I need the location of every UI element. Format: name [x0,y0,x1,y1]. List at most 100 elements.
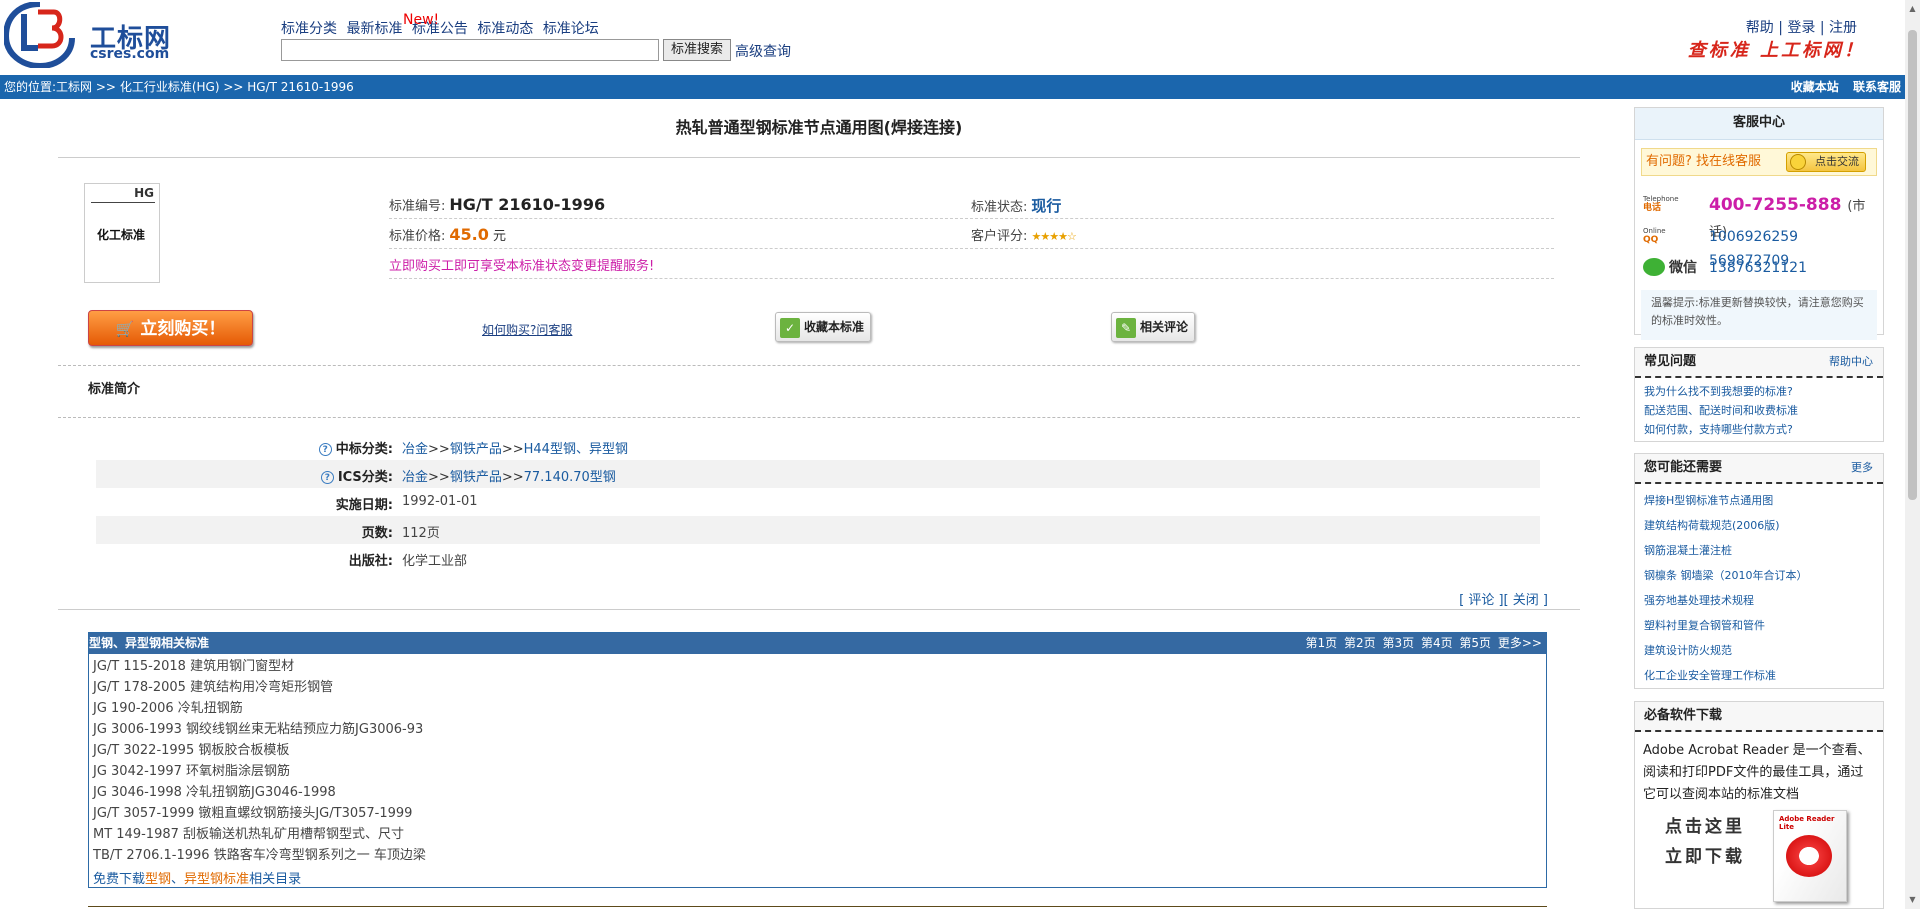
scroll-up-icon[interactable]: ▲ [1908,4,1917,14]
breadcrumb-prefix: 您的位置: [4,80,57,94]
list-item[interactable]: 配送范围、配送时间和收费标准 [1644,401,1874,420]
site-logo[interactable]: 工标网 csres.com [4,2,174,68]
cover-text: 化工标准 [97,228,146,242]
list-item[interactable]: 建筑设计防火规范 [1644,638,1874,663]
list-item[interactable]: JG 3006-1993 钢绞线钢丝束无粘结预应力筋JG3006-93 [93,719,1542,740]
list-item[interactable]: JG/T 3057-1999 镦粗直螺纹钢筋接头JG/T3057-1999 [93,803,1542,824]
cart-icon: 🛒 [115,320,135,338]
page-link-2[interactable]: 第2页 [1344,636,1376,650]
nav-standard-forum[interactable]: 标准论坛 [543,21,599,37]
need-header: 您可能还需要 更多 [1635,454,1883,484]
list-item[interactable]: 建筑结构荷载规范(2006版) [1644,513,1874,538]
comments-label: 相关评论 [1140,320,1189,334]
download-now-link[interactable]: 点击这里 立即下载 [1665,812,1745,872]
row-value: 1992-01-01 [402,494,478,509]
review-links: [ 评论 ][ 关闭 ] [1459,593,1548,608]
help-icon[interactable]: ? [320,471,334,484]
related-list: JG/T 115-2018 建筑用钢门窗型材 JG/T 178-2005 建筑结… [89,654,1546,868]
list-item[interactable]: JG/T 178-2005 建筑结构用冷弯矩形钢管 [93,677,1542,698]
list-item[interactable]: JG/T 115-2018 建筑用钢门窗型材 [93,656,1542,677]
main-nav: 标准分类 最新标准 标准公告 标准动态 标准论坛 [281,18,604,38]
checkmark-icon: ✓ [780,317,800,338]
row-value: 化学工业部 [402,554,468,569]
contact-service-link[interactable]: 联系客服 [1853,80,1901,94]
service-title: 客服中心 [1635,108,1883,140]
how-to-buy-text: 如何购买? [482,323,537,337]
close-link[interactable]: 关闭 [1513,593,1539,608]
page-link-more[interactable]: 更多>> [1498,636,1542,650]
list-item[interactable]: JG/T 3022-1995 钢板胶合板模板 [93,740,1542,761]
chat-button[interactable]: 点击交流 [1786,152,1866,172]
list-item[interactable]: 化工企业安全管理工作标准 [1644,663,1874,688]
download-separator: 、 [171,872,185,887]
help-icon[interactable]: ? [318,443,332,456]
bookmark-site-link[interactable]: 收藏本站 [1791,80,1839,94]
related-comments-button[interactable]: ✎ 相关评论 [1111,312,1196,342]
list-item[interactable]: MT 149-1987 刮板输送机热轧矿用槽帮钢型式、尺寸 [93,824,1542,845]
faq-box: 常见问题 帮助中心 我为什么找不到我想要的标准? 配送范围、配送时间和收费标准 如… [1634,347,1884,442]
promo-text[interactable]: 立即购买工即可享受本标准状态变更提醒服务! [389,259,654,274]
buy-now-button[interactable]: 🛒 立刻购买！ [88,310,253,346]
divider [58,365,1580,366]
breadcrumb-category[interactable]: 化工行业标准(HG) [120,80,220,94]
list-item[interactable]: 钢筋混凝土灌注桩 [1644,538,1874,563]
cls-link[interactable]: 钢铁产品 [450,470,502,485]
review-link[interactable]: 评论 [1468,593,1494,608]
list-item[interactable]: 焊接H型钢标准节点通用图 [1644,488,1874,513]
register-link[interactable]: 注册 [1829,20,1857,36]
cls-link[interactable]: 冶金 [402,442,428,457]
cls-link[interactable]: 冶金 [402,470,428,485]
qq-line: Online QQ 1006926259 569872709 [1643,225,1879,269]
logo-mark-icon [4,2,75,68]
standard-cover-image[interactable]: HG 化工标准 [84,183,160,283]
page-link-1[interactable]: 第1页 [1306,636,1338,650]
row-value: 112页 [402,526,440,541]
scroll-down-icon[interactable]: ▼ [1908,895,1917,905]
cls-link[interactable]: H44型钢、异型钢 [524,442,628,457]
status-badge: 现行 [1031,197,1062,215]
help-center-link[interactable]: 帮助中心 [1829,348,1873,376]
download-catalog-link[interactable]: 免费下载型钢、异型钢标准相关目录 [89,868,1546,887]
adobe-reader-box-image[interactable]: Adobe Reader Lite [1773,810,1847,902]
cls-link[interactable]: 77.140.70型钢 [524,470,616,485]
wechat-label: 微信 [1669,260,1697,276]
phone-icon: Telephone 电话 [1643,195,1679,213]
list-item[interactable]: JG 3046-1998 冷轧扭钢筋JG3046-1998 [93,782,1542,803]
table-row: ? ICS分类: 冶金>>钢铁产品>>77.140.70型钢 [96,460,1540,488]
list-item[interactable]: 强夯地基处理技术规程 [1644,588,1874,613]
list-item[interactable]: 塑料衬里复合钢管和管件 [1644,613,1874,638]
need-list: 焊接H型钢标准节点通用图 建筑结构荷载规范(2006版) 钢筋混凝土灌注桩 钢檩… [1635,484,1883,692]
nav-latest-standards[interactable]: 最新标准 [346,21,402,37]
list-item[interactable]: JG 190-2006 冷轧扭钢筋 [93,698,1542,719]
search-button[interactable]: 标准搜索 [663,39,731,61]
list-item[interactable]: JG 3042-1997 环氧树脂涂层钢筋 [93,761,1542,782]
software-download-box: 必备软件下载 Adobe Acrobat Reader 是一个查看、阅读和打印P… [1634,701,1884,909]
page-link-3[interactable]: 第3页 [1382,636,1414,650]
page-link-4[interactable]: 第4页 [1421,636,1453,650]
how-to-buy-link[interactable]: 如何购买?问客服 [482,321,572,338]
nav-standard-category[interactable]: 标准分类 [281,21,337,37]
list-item[interactable]: 我为什么找不到我想要的标准? [1644,382,1874,401]
row-label: 实施日期: [335,498,393,513]
vertical-scrollbar[interactable]: ▲ ▼ [1905,0,1920,909]
nav-standard-news[interactable]: 标准动态 [477,21,533,37]
cls-link[interactable]: 钢铁产品 [450,442,502,457]
list-item[interactable]: TB/T 2706.1-1996 铁路客车冷弯型钢系列之一 车顶边梁 [93,845,1542,866]
help-link[interactable]: 帮助 [1746,20,1774,36]
page-link-5[interactable]: 第5页 [1459,636,1491,650]
scrollbar-thumb[interactable] [1908,30,1917,500]
more-link[interactable]: 更多 [1851,454,1873,482]
code-label: 标准编号: [389,199,446,214]
breadcrumb-right-links: 收藏本站 联系客服 [1781,75,1901,99]
breadcrumb-home[interactable]: 工标网 [56,80,92,94]
smile-icon [1790,154,1806,170]
favorite-standard-button[interactable]: ✓ 收藏本标准 [775,312,872,342]
list-item[interactable]: 钢檩条 钢墙梁（2010年合订本） [1644,563,1874,588]
table-row: 实施日期: 1992-01-01 [96,488,1540,516]
breadcrumb-current[interactable]: HG/T 21610-1996 [247,80,354,94]
search-input[interactable] [281,39,659,61]
list-item[interactable]: 如何付款，支持哪些付款方式? [1644,420,1874,439]
login-link[interactable]: 登录 [1787,20,1815,36]
row-label: 出版社: [348,554,393,569]
advanced-search-link[interactable]: 高级查询 [735,41,791,61]
